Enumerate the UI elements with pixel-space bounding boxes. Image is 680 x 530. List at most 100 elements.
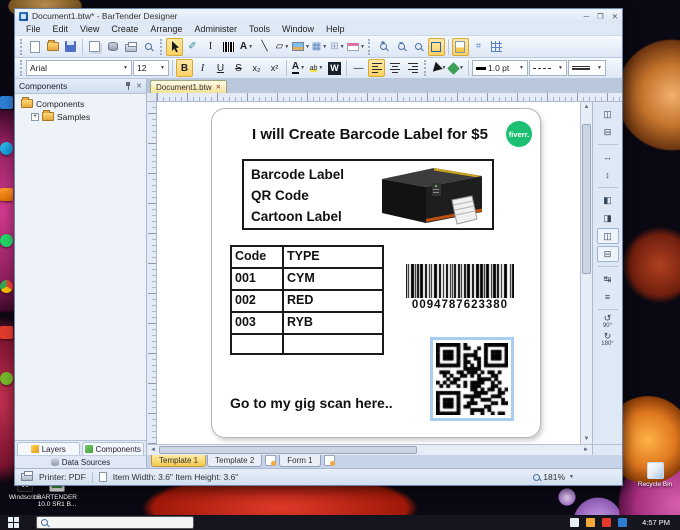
encode-card-button[interactable]: ▼ (346, 38, 365, 56)
rotate-180-button[interactable]: ↻ 180° (597, 332, 619, 348)
save-button[interactable] (62, 38, 79, 56)
menu-help[interactable]: Help (321, 24, 350, 34)
design-canvas[interactable]: I will Create Barcode Label for $5 fiver… (157, 102, 580, 444)
underline-button[interactable]: U (212, 59, 229, 77)
layout-grid-button[interactable]: ⊞ ▼ (329, 38, 346, 56)
align-right-button[interactable] (404, 59, 421, 77)
center-vertical-button[interactable]: ◨ (597, 210, 619, 226)
services-box[interactable]: Barcode Label QR Code Cartoon Label (242, 159, 494, 230)
reader-icon[interactable] (0, 326, 13, 339)
line-style-combo[interactable]: ▼ (529, 60, 567, 76)
qr-code-object[interactable] (430, 337, 514, 421)
panel-close-icon[interactable]: ✕ (136, 82, 142, 90)
label-title-text[interactable]: I will Create Barcode Label for $5 (236, 126, 504, 143)
tab-components[interactable]: Components (81, 442, 144, 455)
label-page[interactable]: I will Create Barcode Label for $5 fiver… (211, 108, 541, 438)
horizontal-scrollbar[interactable]: ◄ ► (147, 444, 592, 455)
taskbar-app-icon-4[interactable] (618, 518, 628, 527)
scroll-down-icon[interactable]: ▼ (581, 436, 592, 442)
title-bar[interactable]: Document1.btw* - BarTender Designer ─ ❐ … (15, 9, 622, 23)
print-preview-button[interactable] (140, 38, 157, 56)
zoom-previous-button[interactable] (410, 38, 427, 56)
scroll-up-icon[interactable]: ▲ (581, 104, 592, 110)
document-tab[interactable]: Document1.btw ✕ (150, 80, 228, 93)
new-template-icon[interactable] (265, 455, 277, 466)
report-button[interactable] (86, 38, 103, 56)
expand-icon[interactable]: + (31, 112, 39, 121)
make-same-width-button[interactable]: ◫ (597, 106, 619, 122)
service-line-1[interactable]: Barcode Label (251, 164, 344, 185)
table-cell[interactable] (230, 333, 284, 355)
tab-template-1[interactable]: Template 1 (151, 455, 207, 467)
rotate-90-button[interactable]: ↺ 90° (597, 314, 619, 330)
vertical-ruler[interactable] (147, 102, 157, 444)
taskbar-app-icon-2[interactable] (586, 518, 596, 527)
no-wrap-button[interactable]: — (350, 59, 367, 77)
desktop-icon-recycle-bin[interactable]: Recycle Bin (620, 462, 680, 488)
zoom-fit-button[interactable] (427, 37, 445, 56)
printer-image[interactable] (370, 163, 488, 227)
italic-button[interactable]: I (194, 59, 211, 77)
page-setup-button[interactable] (451, 37, 469, 56)
line-weight-combo[interactable]: 1.0 pt ▼ (472, 60, 528, 76)
table-cell[interactable]: RED (282, 289, 384, 313)
pin-icon[interactable] (125, 82, 131, 90)
barcode-object[interactable]: 0094787623380 (406, 264, 514, 311)
menu-view[interactable]: View (75, 24, 104, 34)
zoom-in-button[interactable]: + (374, 38, 391, 56)
font-size-combo[interactable]: 12 ▼ (133, 60, 169, 76)
table-tool-button[interactable]: ▦ ▼ (311, 38, 328, 56)
text-cursor-button[interactable]: I (202, 38, 219, 56)
edge-icon[interactable] (0, 142, 13, 155)
code-type-table[interactable]: Code TYPE 001 CYM 002 RED 003 RYB (230, 245, 384, 355)
caret-icon[interactable]: ▼ (569, 474, 574, 480)
table-cell[interactable]: 001 (230, 267, 284, 291)
tree-item-samples[interactable]: + Samples (21, 110, 146, 123)
menu-tools[interactable]: Tools (244, 24, 275, 34)
table-cell[interactable] (282, 333, 384, 355)
new-form-icon[interactable] (323, 455, 335, 466)
scroll-right-icon[interactable]: ► (583, 445, 589, 455)
service-line-3[interactable]: Cartoon Label (251, 206, 344, 227)
crop-marks-button[interactable]: ⌗ (470, 38, 487, 56)
align-vertical-button[interactable]: ↕ (597, 167, 619, 183)
table-cell[interactable]: 002 (230, 289, 284, 313)
toolbar-grip[interactable] (160, 38, 163, 55)
table-cell[interactable]: RYB (282, 311, 384, 335)
vlc-icon[interactable] (0, 188, 13, 201)
vertical-scroll-thumb[interactable] (582, 124, 591, 274)
strikethrough-button[interactable]: S (230, 59, 247, 77)
toolbar-grip[interactable] (424, 60, 427, 76)
tab-data-sources[interactable]: Data Sources (15, 455, 146, 468)
taskbar-app-icon-1[interactable] (570, 518, 580, 527)
font-color-button[interactable]: A ▼ (290, 59, 307, 77)
control-panel-icon[interactable] (0, 96, 13, 109)
subscript-button[interactable]: x₂ (248, 59, 265, 77)
align-horizontal-button[interactable]: ↔ (597, 149, 619, 165)
taskbar-app-icon-3[interactable] (602, 518, 612, 527)
chrome-icon[interactable] (0, 280, 13, 293)
menu-arrange[interactable]: Arrange (145, 24, 187, 34)
toolbar-grip[interactable] (20, 60, 23, 76)
utorrent-icon[interactable] (0, 372, 13, 385)
line-tool-button[interactable]: ╲ (256, 38, 273, 56)
table-header-type[interactable]: TYPE (282, 245, 384, 269)
barcode-tool-button[interactable] (220, 38, 237, 56)
database-setup-button[interactable] (104, 38, 121, 56)
tab-template-2[interactable]: Template 2 (207, 455, 263, 467)
compound-line-combo[interactable]: ▼ (568, 60, 606, 76)
horizontal-scroll-thumb[interactable] (159, 446, 418, 454)
minimize-button[interactable]: ─ (584, 12, 589, 21)
tab-layers[interactable]: Layers (17, 442, 80, 455)
menu-window[interactable]: Window (277, 24, 319, 34)
center-horizontal-button[interactable]: ◧ (597, 192, 619, 208)
close-button[interactable]: ✕ (612, 12, 618, 21)
document-tab-close-icon[interactable]: ✕ (216, 83, 221, 91)
text-tool-button[interactable]: A ▼ (238, 38, 255, 56)
text-highlight-button[interactable]: ab ▼ (308, 59, 325, 77)
line-color-button[interactable]: ▼ (428, 59, 447, 77)
taskbar-search-box[interactable] (36, 516, 194, 529)
cta-text[interactable]: Go to my gig scan here.. (230, 395, 393, 411)
menu-create[interactable]: Create (106, 24, 143, 34)
align-center-button[interactable] (386, 59, 403, 77)
